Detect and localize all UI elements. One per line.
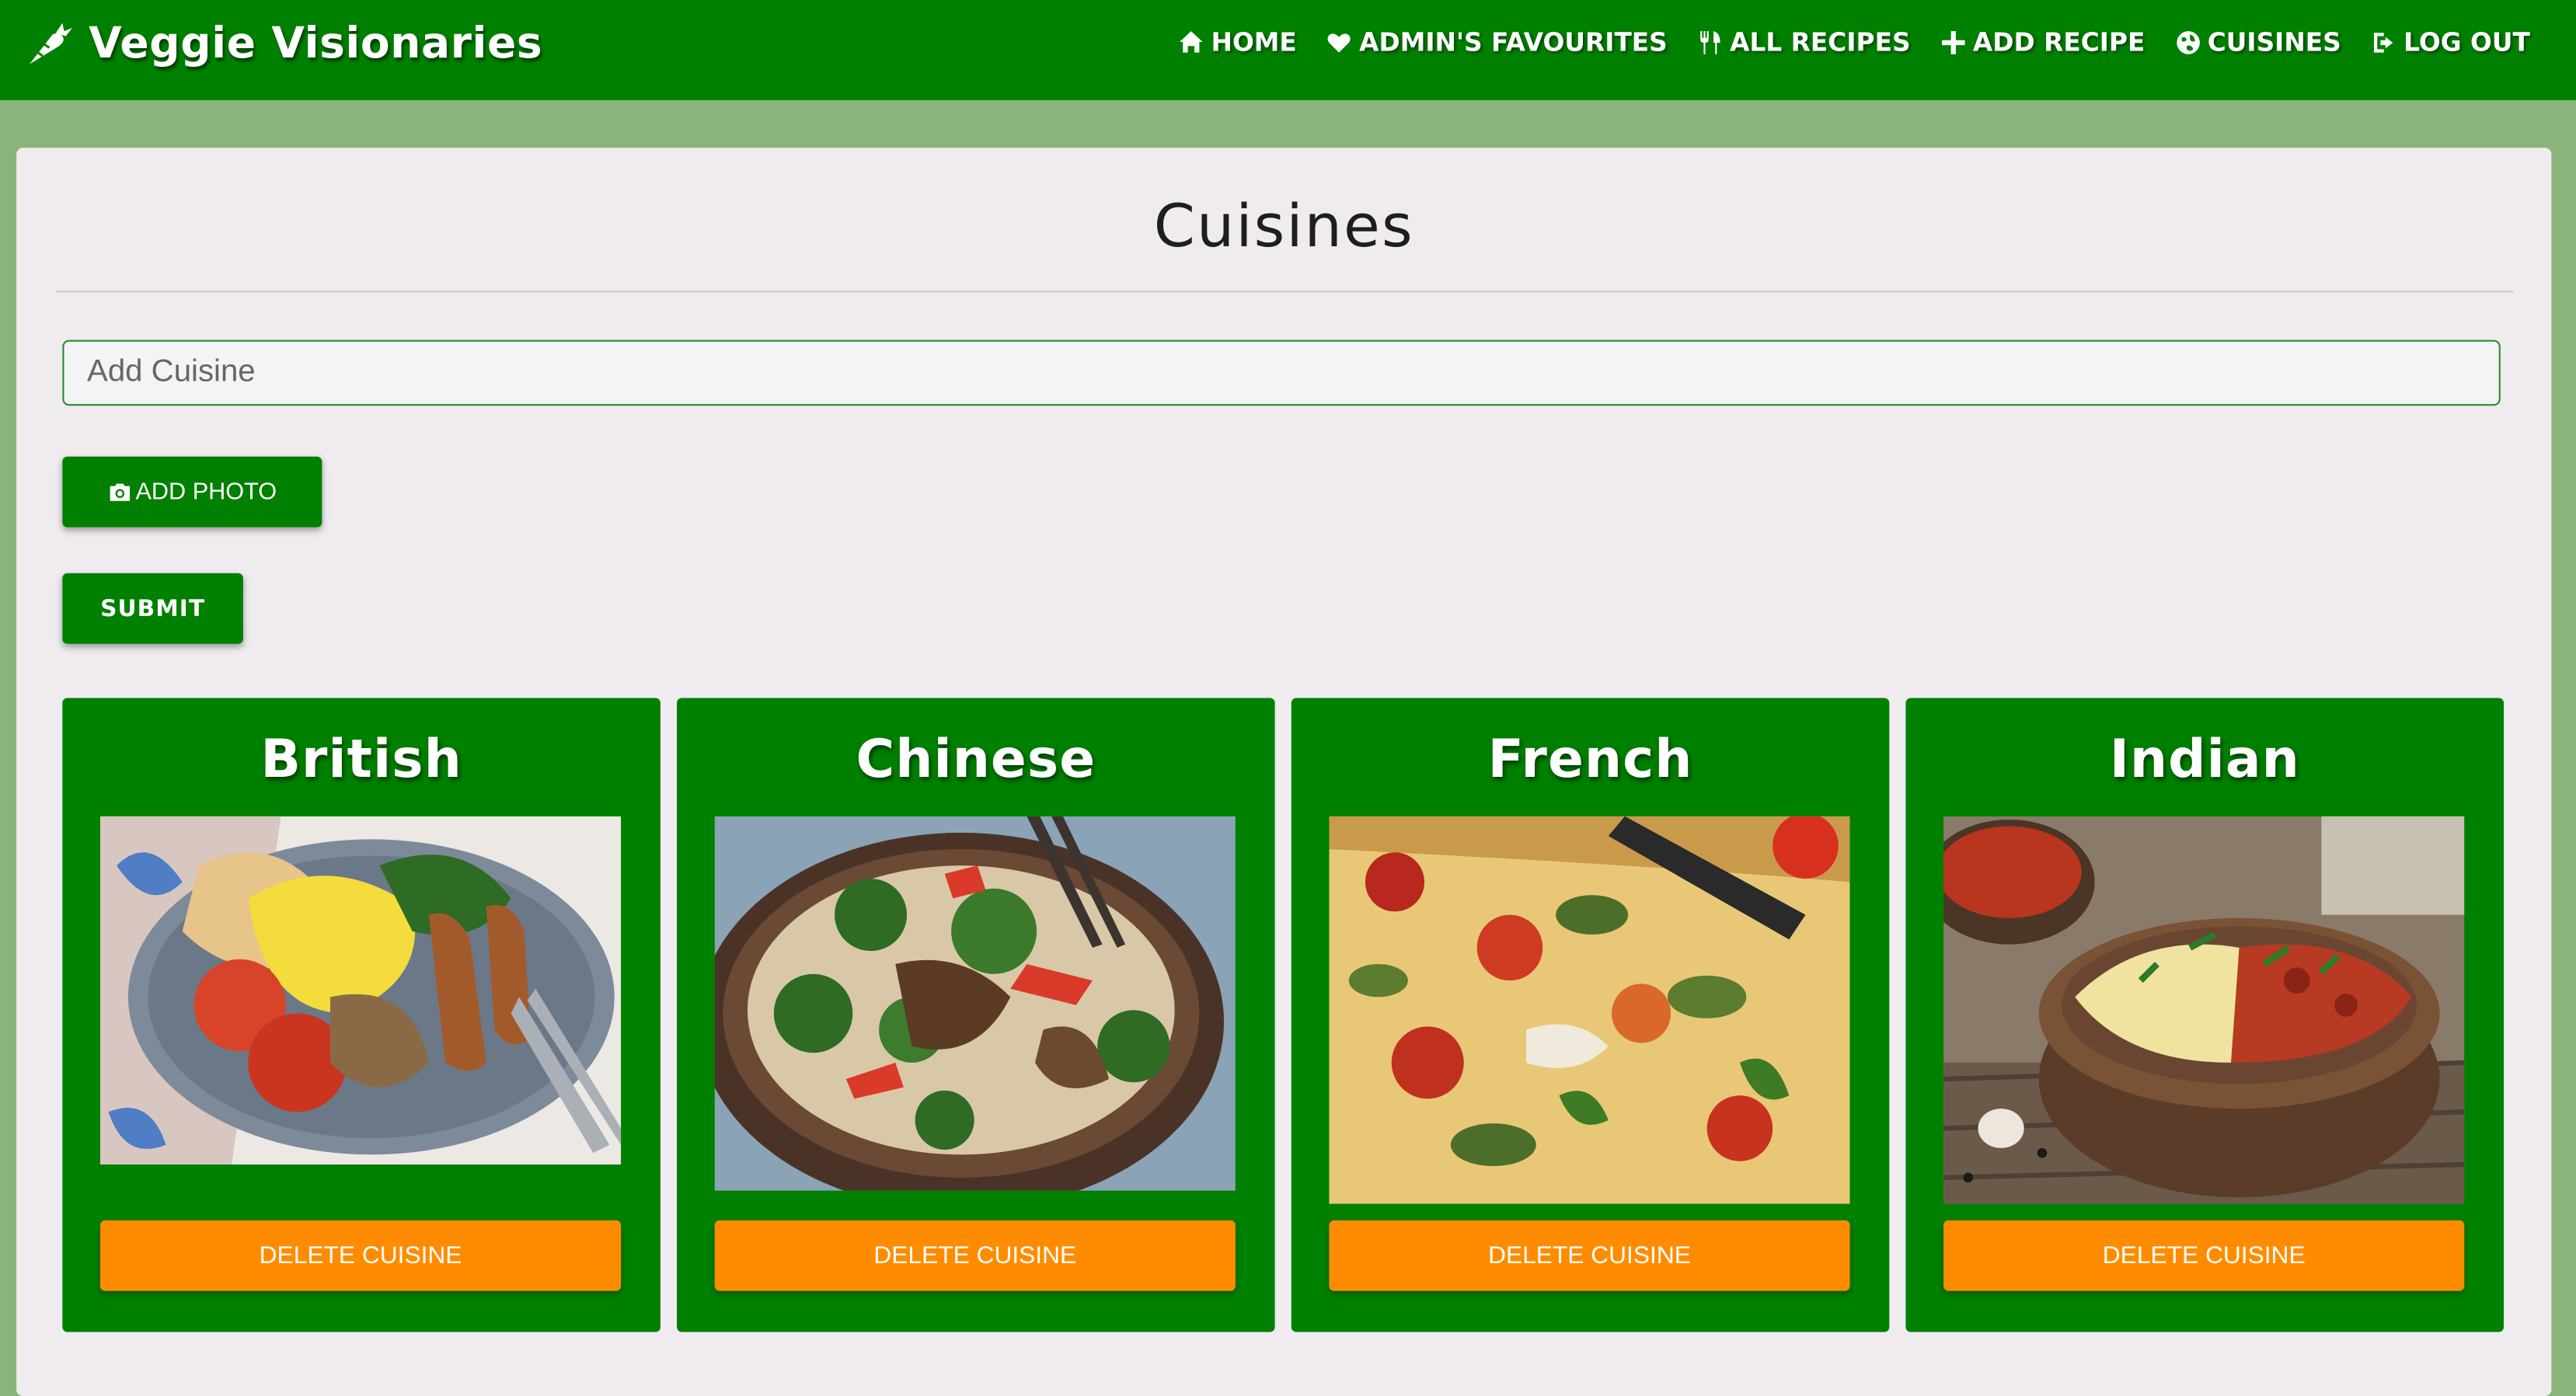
brand-link[interactable]: Veggie Visionaries — [23, 18, 543, 71]
nav-log-out[interactable]: LOG OUT — [2371, 28, 2530, 57]
nav-admins-favourites-label: ADMIN'S FAVOURITES — [1359, 27, 1668, 57]
cuisine-photo-french — [1329, 816, 1850, 1204]
cuisine-card-indian: Indian DELETE CUISINE — [1905, 698, 2505, 1332]
cuisine-photo-british — [99, 816, 622, 1164]
nav-menu: HOME ADMIN'S FAVOURITES ALL RECIPES ADD … — [1178, 28, 2530, 57]
add-photo-label: ADD PHOTO — [135, 479, 277, 506]
cuisine-photo-chinese — [714, 816, 1236, 1191]
brand-name: Veggie Visionaries — [89, 19, 543, 69]
cuisine-title: Chinese — [856, 727, 1096, 790]
cuisine-photo-indian — [1943, 816, 2465, 1204]
delete-cuisine-button[interactable]: DELETE CUISINE — [1329, 1220, 1850, 1291]
delete-cuisine-button[interactable]: DELETE CUISINE — [99, 1220, 622, 1291]
cuisine-card-british: British DELETE CUISINE — [62, 698, 661, 1332]
delete-cuisine-button[interactable]: DELETE CUISINE — [1943, 1220, 2465, 1291]
plus-icon — [1941, 31, 1965, 54]
nav-cuisines-label: CUISINES — [2207, 27, 2341, 57]
title-divider — [55, 291, 2514, 293]
camera-icon — [109, 483, 129, 501]
nav-all-recipes[interactable]: ALL RECIPES — [1697, 28, 1911, 57]
nav-all-recipes-label: ALL RECIPES — [1730, 27, 1911, 57]
nav-log-out-label: LOG OUT — [2403, 27, 2530, 57]
heart-icon — [1328, 33, 1351, 53]
utensils-icon — [1700, 31, 1720, 54]
submit-button[interactable]: SUBMIT — [62, 573, 243, 644]
carrot-icon — [30, 23, 73, 64]
nav-admins-favourites[interactable]: ADMIN'S FAVOURITES — [1326, 28, 1668, 57]
globe-icon — [2176, 31, 2200, 54]
nav-add-recipe[interactable]: ADD RECIPE — [1940, 27, 2146, 57]
cuisine-title: Indian — [2109, 727, 2300, 790]
delete-cuisine-button[interactable]: DELETE CUISINE — [714, 1220, 1236, 1291]
cuisine-title: British — [260, 727, 462, 790]
add-photo-button[interactable]: ADD PHOTO — [62, 456, 322, 527]
logout-icon — [2374, 33, 2393, 53]
cuisine-card-french: French DELETE CUISINE — [1291, 698, 1890, 1332]
add-cuisine-input[interactable] — [62, 339, 2501, 406]
page-title: Cuisines — [1153, 193, 1414, 262]
cuisines-panel: Cuisines ADD PHOTO SUBMIT British — [16, 148, 2552, 1396]
nav-home-label: HOME — [1211, 27, 1297, 57]
nav-home[interactable]: HOME — [1178, 28, 1297, 57]
cuisine-title: French — [1487, 727, 1693, 790]
nav-add-recipe-label: ADD RECIPE — [1972, 27, 2146, 57]
cuisine-card-chinese: Chinese DELETE CUISINE — [677, 698, 1275, 1332]
home-icon — [1180, 31, 1203, 53]
navbar: Veggie Visionaries HOME ADMIN'S FAVOURIT… — [0, 0, 2576, 100]
nav-cuisines[interactable]: CUISINES — [2174, 28, 2341, 57]
